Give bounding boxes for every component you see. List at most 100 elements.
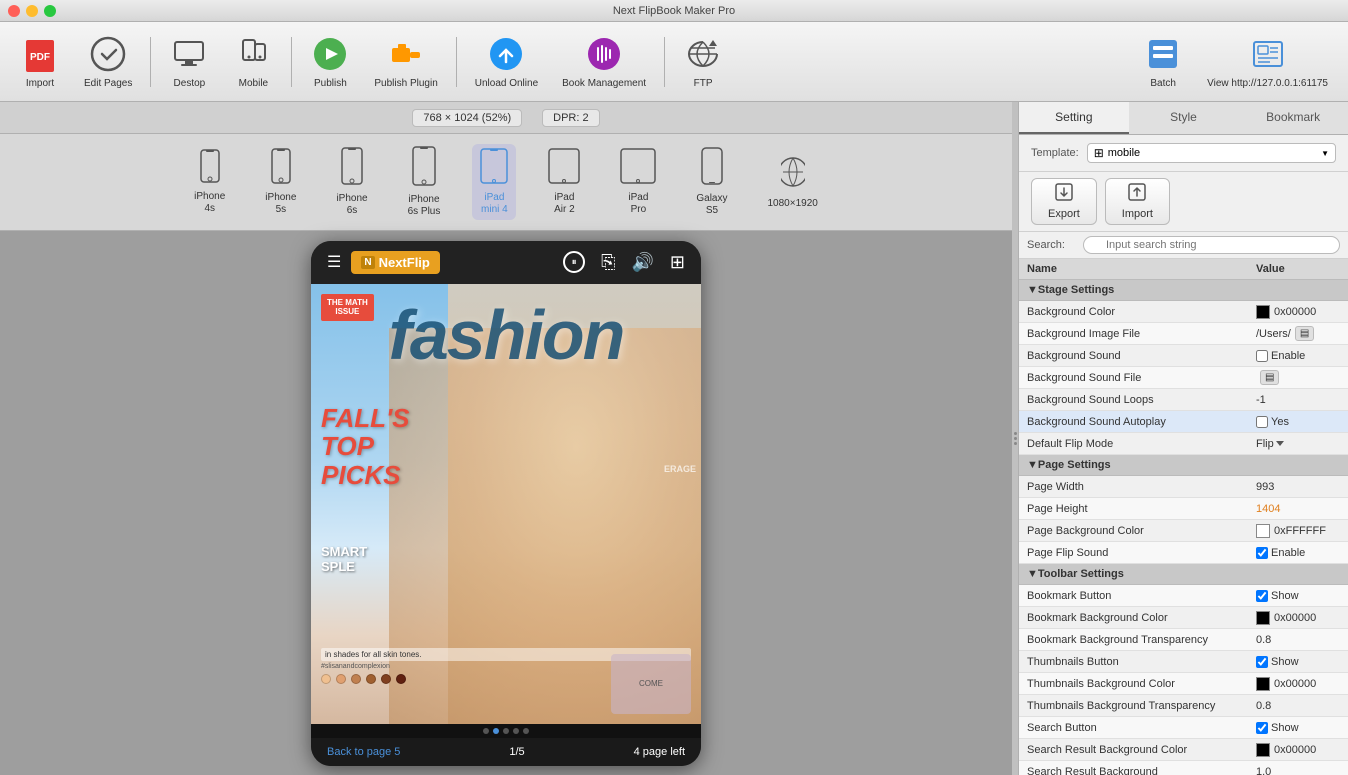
toolbar-settings-group[interactable]: ▼Toolbar Settings bbox=[1019, 564, 1348, 585]
right-panel: Setting Style Bookmark Template: ⊞ mobil… bbox=[1018, 102, 1348, 775]
iphone6splus-label: iPhone6s Plus bbox=[408, 194, 441, 218]
device-ipadair2[interactable]: iPadAir 2 bbox=[540, 144, 588, 220]
search-btn-checkbox[interactable] bbox=[1256, 722, 1268, 734]
bookmark-bg-color-value[interactable]: 0x00000 bbox=[1248, 608, 1348, 628]
bookmark-bg-color-swatch[interactable] bbox=[1256, 611, 1270, 625]
device-iphone5s[interactable]: iPhone5s bbox=[257, 144, 304, 220]
thumbnails-bg-color-value[interactable]: 0x00000 bbox=[1248, 674, 1348, 694]
import-button[interactable]: Import bbox=[1105, 178, 1170, 225]
device-iphone6s[interactable]: iPhone6s bbox=[328, 143, 375, 221]
toolbar-item-ftp[interactable]: FTP bbox=[673, 28, 733, 95]
1080x1920-icon bbox=[781, 154, 805, 194]
window-controls bbox=[8, 5, 56, 17]
main-area: 768 × 1024 (52%) DPR: 2 iPhone4s iPhone5… bbox=[0, 102, 1348, 775]
search-result-bg-color-value[interactable]: 0x00000 bbox=[1248, 740, 1348, 760]
iphone5s-icon bbox=[271, 148, 291, 188]
bg-image-value[interactable]: /Users/ ▤ bbox=[1248, 323, 1348, 344]
phone-toolbar: ☰ N NextFlip ⏸ ⎘ 🔊 ⊞ bbox=[311, 241, 701, 284]
dot-3[interactable] bbox=[503, 728, 509, 734]
thumbnails-btn-value[interactable]: Show bbox=[1248, 653, 1348, 671]
tab-style[interactable]: Style bbox=[1129, 102, 1239, 134]
bg-color-swatch[interactable] bbox=[1256, 305, 1270, 319]
phone-toolbar-left: ☰ N NextFlip bbox=[327, 251, 440, 274]
close-button[interactable] bbox=[8, 5, 20, 17]
page-bg-color-swatch[interactable] bbox=[1256, 524, 1270, 538]
bg-sound-value[interactable]: Enable bbox=[1248, 347, 1348, 365]
thumbnails-btn-checkbox[interactable] bbox=[1256, 656, 1268, 668]
dot-4[interactable] bbox=[513, 728, 519, 734]
toolbar-item-publish-plugin[interactable]: Publish Plugin bbox=[364, 28, 447, 95]
search-btn-value[interactable]: Show bbox=[1248, 719, 1348, 737]
thumbnails-bg-trans-name: Thumbnails Background Transparency bbox=[1019, 697, 1248, 715]
device-iphone6splus[interactable]: iPhone6s Plus bbox=[400, 142, 449, 222]
share-icon[interactable]: ⎘ bbox=[601, 252, 615, 273]
stage-settings-group[interactable]: ▼Stage Settings bbox=[1019, 280, 1348, 301]
mobile-label: Mobile bbox=[239, 78, 268, 89]
device-iphone4s[interactable]: iPhone4s bbox=[186, 145, 233, 219]
toolbar-item-book-management[interactable]: Book Management bbox=[552, 28, 656, 95]
panel-buttons: Export Import bbox=[1019, 172, 1348, 232]
template-grid-icon: ⊞ bbox=[1094, 146, 1104, 160]
bg-color-value[interactable]: 0x00000 bbox=[1248, 302, 1348, 322]
settings-row-page-height: Page Height 1404 bbox=[1019, 498, 1348, 520]
page-flip-sound-checkbox[interactable] bbox=[1256, 547, 1268, 559]
toolbar-item-batch[interactable]: Batch bbox=[1133, 28, 1193, 95]
nextflip-logo: N NextFlip bbox=[351, 251, 440, 274]
device-1080x1920[interactable]: 1080×1920 bbox=[760, 150, 826, 214]
bg-sound-file-browse[interactable]: ▤ bbox=[1260, 370, 1279, 385]
maximize-button[interactable] bbox=[44, 5, 56, 17]
export-icon bbox=[1055, 183, 1073, 206]
dot-2[interactable] bbox=[493, 728, 499, 734]
drag-dots bbox=[1014, 432, 1017, 445]
template-select[interactable]: ⊞ mobile ▼ bbox=[1087, 143, 1336, 163]
toolbar-item-unload-online[interactable]: Unload Online bbox=[465, 28, 548, 95]
bookmark-btn-checkbox[interactable] bbox=[1256, 590, 1268, 602]
search-input[interactable] bbox=[1083, 236, 1340, 254]
bg-sound-file-value[interactable]: ▤ bbox=[1248, 367, 1348, 388]
page-flip-sound-value[interactable]: Enable bbox=[1248, 544, 1348, 562]
page-height-name: Page Height bbox=[1019, 500, 1248, 518]
tab-bookmark[interactable]: Bookmark bbox=[1238, 102, 1348, 134]
flip-mode-value[interactable]: Flip bbox=[1248, 435, 1348, 453]
galaxys5-icon bbox=[701, 147, 723, 189]
dot-5[interactable] bbox=[523, 728, 529, 734]
page-settings-group[interactable]: ▼Page Settings bbox=[1019, 455, 1348, 476]
hamburger-icon[interactable]: ☰ bbox=[327, 252, 341, 272]
back-to-page[interactable]: Back to page 5 bbox=[327, 746, 400, 758]
page-height-text: 1404 bbox=[1256, 503, 1280, 515]
bg-sound-autoplay-value[interactable]: Yes bbox=[1248, 413, 1348, 431]
edit-pages-label: Edit Pages bbox=[84, 78, 132, 89]
toolbar-item-view-http[interactable]: View http://127.0.0.1:61175 bbox=[1197, 28, 1338, 95]
search-result-bg-color-swatch[interactable] bbox=[1256, 743, 1270, 757]
smart-label: SMART bbox=[321, 544, 367, 559]
toolbar-item-import[interactable]: PDF Import bbox=[10, 28, 70, 95]
search-label: Search: bbox=[1027, 239, 1077, 251]
bg-color-name: Background Color bbox=[1019, 303, 1248, 321]
device-ipadmini4[interactable]: iPadmini 4 bbox=[472, 144, 516, 220]
toolbar-settings-label: ▼Toolbar Settings bbox=[1027, 568, 1124, 580]
toolbar-item-publish[interactable]: Publish bbox=[300, 28, 360, 95]
toolbar-item-mobile[interactable]: Mobile bbox=[223, 28, 283, 95]
bg-image-browse[interactable]: ▤ bbox=[1295, 326, 1314, 341]
bg-sound-checkbox[interactable] bbox=[1256, 350, 1268, 362]
volume-icon[interactable]: 🔊 bbox=[631, 252, 653, 273]
bookmark-btn-value[interactable]: Show bbox=[1248, 587, 1348, 605]
pause-icon[interactable]: ⏸ bbox=[563, 251, 585, 273]
export-button[interactable]: Export bbox=[1031, 178, 1097, 225]
thumbnails-bg-color-swatch[interactable] bbox=[1256, 677, 1270, 691]
tab-setting[interactable]: Setting bbox=[1019, 102, 1129, 134]
book-management-label: Book Management bbox=[562, 78, 646, 89]
bg-sound-autoplay-checkbox[interactable] bbox=[1256, 416, 1268, 428]
mobile-icon bbox=[233, 34, 273, 74]
toolbar-item-edit-pages[interactable]: Edit Pages bbox=[74, 28, 142, 95]
import-icon bbox=[1128, 183, 1146, 206]
page-bg-color-value[interactable]: 0xFFFFFF bbox=[1248, 521, 1348, 541]
minimize-button[interactable] bbox=[26, 5, 38, 17]
flip-mode-dropdown[interactable] bbox=[1276, 441, 1284, 446]
toolbar-item-desktop[interactable]: Destop bbox=[159, 28, 219, 95]
device-ipadpro[interactable]: iPadPro bbox=[612, 144, 664, 220]
dot-1[interactable] bbox=[483, 728, 489, 734]
device-galaxys5[interactable]: GalaxyS5 bbox=[688, 143, 735, 221]
settings-row-page-width: Page Width 993 bbox=[1019, 476, 1348, 498]
grid-icon[interactable]: ⊞ bbox=[670, 252, 685, 273]
